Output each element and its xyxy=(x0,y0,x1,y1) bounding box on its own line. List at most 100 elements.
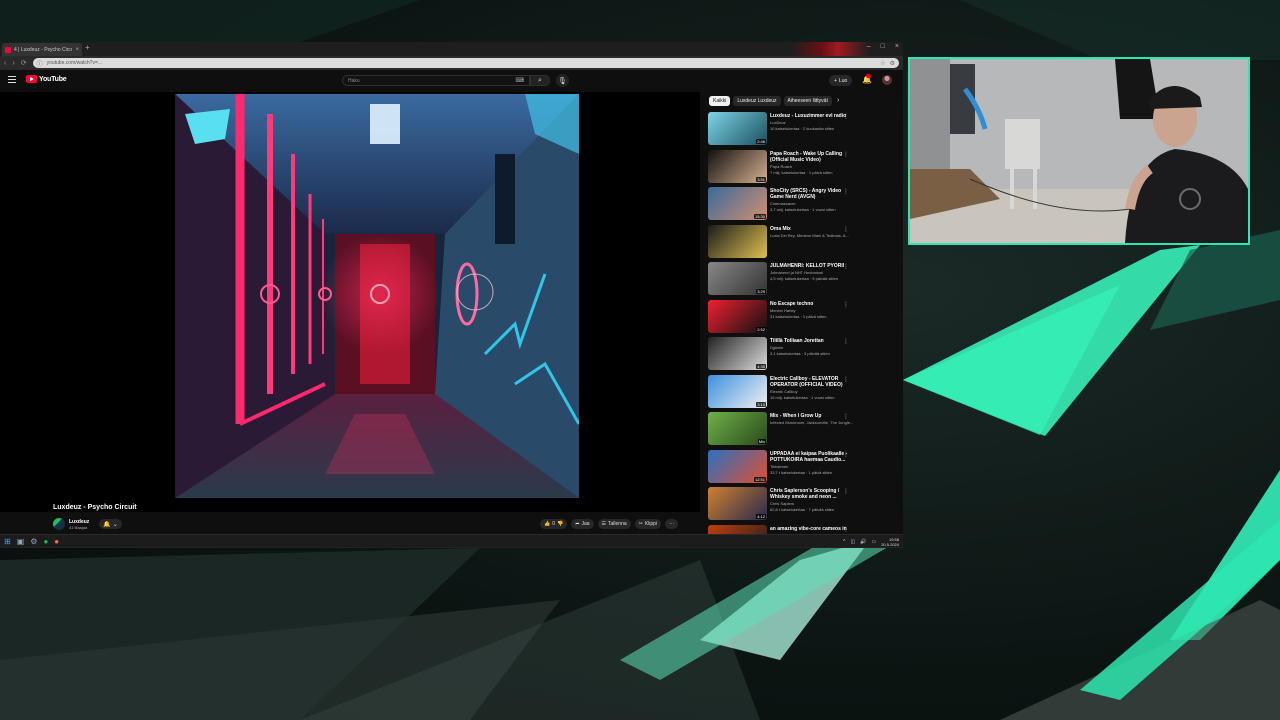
settings-gear-icon[interactable]: ⚙ xyxy=(30,537,37,546)
recommendation-item[interactable]: 2:46 Luxdeuz - Luxuzimmer evl radio LuxDeu… xyxy=(708,112,854,150)
recommendation-channel[interactable]: Papa Roach xyxy=(770,164,854,169)
recommendation-thumbnail[interactable]: 4:12 xyxy=(708,487,767,520)
kebab-menu-icon[interactable]: ⋮ xyxy=(843,301,849,308)
chevron-right-icon[interactable]: › xyxy=(837,97,839,104)
recommendation-title[interactable]: Electric Callboy - ELEVATOR OPERATOR (OF… xyxy=(770,376,854,388)
recommendation-title[interactable]: JULMAHENRI: KELLOT PYÖRII xyxy=(770,263,854,269)
kebab-menu-icon[interactable]: ⋮ xyxy=(843,188,849,195)
youtube-logo[interactable]: YouTube xyxy=(26,75,67,83)
search-input[interactable]: Haku ⌨ xyxy=(342,75,530,86)
recommendation-thumbnail[interactable]: 3:10 xyxy=(708,374,767,408)
account-avatar[interactable] xyxy=(882,75,892,85)
windows-start-icon[interactable]: ⊞ xyxy=(4,537,11,546)
recommendation-item[interactable]: 4:12 Chris Saplerson's Scooping / Whiskey… xyxy=(708,487,854,525)
recommendation-item[interactable]: 3:51 Papa Roach - Wake Up Calling (Offici… xyxy=(708,149,854,188)
task-view-icon[interactable]: ▣ xyxy=(17,537,25,546)
kebab-menu-icon[interactable]: ⋮ xyxy=(843,413,849,420)
video-frame-neon-corridor[interactable] xyxy=(175,94,579,498)
address-bar[interactable]: ⓘ youtube.com/watch?v=... ☆ ⚙ xyxy=(32,58,899,68)
kebab-menu-icon[interactable]: ⋮ xyxy=(843,226,849,233)
recommendation-channel[interactable]: Chris Saplers xyxy=(770,501,854,506)
maximize-button[interactable]: □ xyxy=(881,43,885,50)
bookmark-star-icon[interactable]: ☆ xyxy=(880,60,885,67)
recommendation-item[interactable]: Mix Mix - When I Grow Up Infected Mushroom… xyxy=(708,412,854,450)
site-info-icon[interactable]: ⓘ xyxy=(37,59,43,68)
tray-arrow-icon[interactable]: ^ xyxy=(843,539,845,545)
recommendation-channel[interactable]: LuxDeuz xyxy=(770,120,854,125)
more-actions-button[interactable]: ··· xyxy=(665,519,679,529)
recommendation-channel[interactable]: Luxia Del Rey, Medeon Mani & Tedimas, A.… xyxy=(770,233,854,238)
spotify-icon[interactable]: ● xyxy=(43,537,48,546)
voice-search-button[interactable]: 🎙 xyxy=(556,74,569,87)
volume-icon[interactable]: 🔊 xyxy=(860,539,866,545)
recommendation-thumbnail[interactable]: 4:35 xyxy=(708,337,767,370)
kebab-menu-icon[interactable]: ⋮ xyxy=(843,451,849,458)
new-tab-button[interactable]: + xyxy=(85,43,90,52)
hamburger-menu-icon[interactable] xyxy=(8,76,16,83)
recommendation-channel[interactable]: Julmahenri ja NHT Hedonismi xyxy=(770,270,854,275)
recommendation-title[interactable]: Papa Roach - Wake Up Calling (Official M… xyxy=(770,151,854,163)
recommendation-title[interactable]: Oma Mix xyxy=(770,226,854,232)
taskbar-clock[interactable]: 19:58 20.5.2024 xyxy=(881,537,899,547)
kebab-menu-icon[interactable]: ⋮ xyxy=(843,526,849,533)
recommendation-thumbnail[interactable]: Mix xyxy=(708,412,767,445)
channel-avatar[interactable] xyxy=(53,518,65,530)
recommendation-title[interactable]: Chris Saplerson's Scooping / Whiskey smo… xyxy=(770,488,854,500)
recommendation-item[interactable]: 15:30 ShoCity (SRCS) - Angry Video Game N… xyxy=(708,187,854,225)
recommendation-title[interactable]: Mix - When I Grow Up xyxy=(770,413,854,419)
recommendation-thumbnail[interactable] xyxy=(708,224,767,258)
close-window-button[interactable]: × xyxy=(895,43,899,50)
video-player[interactable] xyxy=(0,92,700,512)
recommendation-channel[interactable]: Cinemassacre xyxy=(770,201,854,206)
recommendation-title[interactable]: UPPADAA ei kaipaa Puolikaalle - POTTUKOI… xyxy=(770,451,854,463)
reload-icon[interactable]: ⟳ xyxy=(21,59,27,67)
keyboard-icon[interactable]: ⌨ xyxy=(515,77,524,84)
network-icon[interactable]: ◫ xyxy=(851,539,856,545)
tab-close-icon[interactable]: × xyxy=(75,47,79,53)
recommendation-thumbnail[interactable]: 3:29 xyxy=(708,262,767,295)
recommendation-item[interactable]: Oma Mix Luxia Del Rey, Medeon Mani & Tedi… xyxy=(708,224,854,263)
kebab-menu-icon[interactable]: ⋮ xyxy=(843,151,849,158)
recommendation-thumbnail[interactable]: 15:30 xyxy=(708,187,767,220)
recommendation-title[interactable]: ShoCity (SRCS) - Angry Video Game Nerd (… xyxy=(770,188,854,200)
recommendation-thumbnail[interactable]: 2:46 xyxy=(708,112,767,145)
battery-icon[interactable]: ▭ xyxy=(871,539,876,545)
search-button[interactable]: ⌕ xyxy=(530,75,550,86)
like-button[interactable]: 👍 0 👎 xyxy=(540,519,568,529)
recommendation-thumbnail[interactable]: 2:52 xyxy=(708,299,767,333)
kebab-menu-icon[interactable]: ⋮ xyxy=(843,113,849,120)
recommendation-thumbnail[interactable]: 3:51 xyxy=(708,149,767,183)
recommendation-title[interactable]: an amazing vibe-core cameos in xyxy=(770,526,854,532)
recommendation-channel[interactable]: Infected Mushroom, Jacksonville, The Jun… xyxy=(770,420,854,425)
kebab-menu-icon[interactable]: ⋮ xyxy=(843,263,849,270)
recommendation-channel[interactable]: Djjamie xyxy=(770,345,854,350)
recommendation-channel[interactable]: Electric Callboy xyxy=(770,389,854,394)
kebab-menu-icon[interactable]: ⋮ xyxy=(843,376,849,383)
recommendation-item[interactable]: 12:51 UPPADAA ei kaipaa Puolikaalle - POT… xyxy=(708,449,854,488)
back-icon[interactable]: ‹ xyxy=(4,60,6,67)
recommendation-thumbnail[interactable]: 12:51 xyxy=(708,449,767,483)
recommendation-item[interactable]: 4:35 Tilillä Toiliaan Jorettan Djjamie 3,1 … xyxy=(708,337,854,375)
recommendation-channel[interactable]: Tiktokmen xyxy=(770,464,854,469)
browser-tab-active[interactable]: 4 | Luxdeuz - Psycho Circuit × xyxy=(2,43,82,56)
recommendation-item[interactable]: 3:10 Electric Callboy - ELEVATOR OPERATOR… xyxy=(708,374,854,413)
recommendation-title[interactable]: Tilillä Toiliaan Jorettan xyxy=(770,338,854,344)
chip-channel[interactable]: Luxdeuz Luxdeuz xyxy=(733,96,781,106)
forward-icon[interactable]: › xyxy=(12,60,14,67)
recommendation-item[interactable]: 2:52 No Escape techno Merwin Harley 31 kats… xyxy=(708,299,854,338)
thumbs-down-icon[interactable]: 👎 xyxy=(557,521,563,527)
recommendation-channel[interactable]: Merwin Harley xyxy=(770,308,854,313)
firefox-icon[interactable]: ● xyxy=(54,537,59,546)
minimize-button[interactable]: – xyxy=(867,43,871,50)
recommendation-title[interactable]: No Escape techno xyxy=(770,301,854,307)
create-button[interactable]: + Luo xyxy=(829,75,853,86)
recommendation-item[interactable]: 3:29 JULMAHENRI: KELLOT PYÖRII Julmahenri … xyxy=(708,262,854,300)
kebab-menu-icon[interactable]: ⋮ xyxy=(843,338,849,345)
notifications-bell-icon[interactable]: 🔔 xyxy=(862,74,872,84)
chip-all[interactable]: Kaikki xyxy=(709,96,731,106)
share-button[interactable]: ➦ Jaa xyxy=(571,519,594,529)
chip-related[interactable]: Aiheeseen liittyvät xyxy=(783,96,832,106)
recommendation-title[interactable]: Luxdeuz - Luxuzimmer evl radio xyxy=(770,113,854,119)
clip-button[interactable]: ✂ Klippi xyxy=(634,519,662,529)
kebab-menu-icon[interactable]: ⋮ xyxy=(843,488,849,495)
